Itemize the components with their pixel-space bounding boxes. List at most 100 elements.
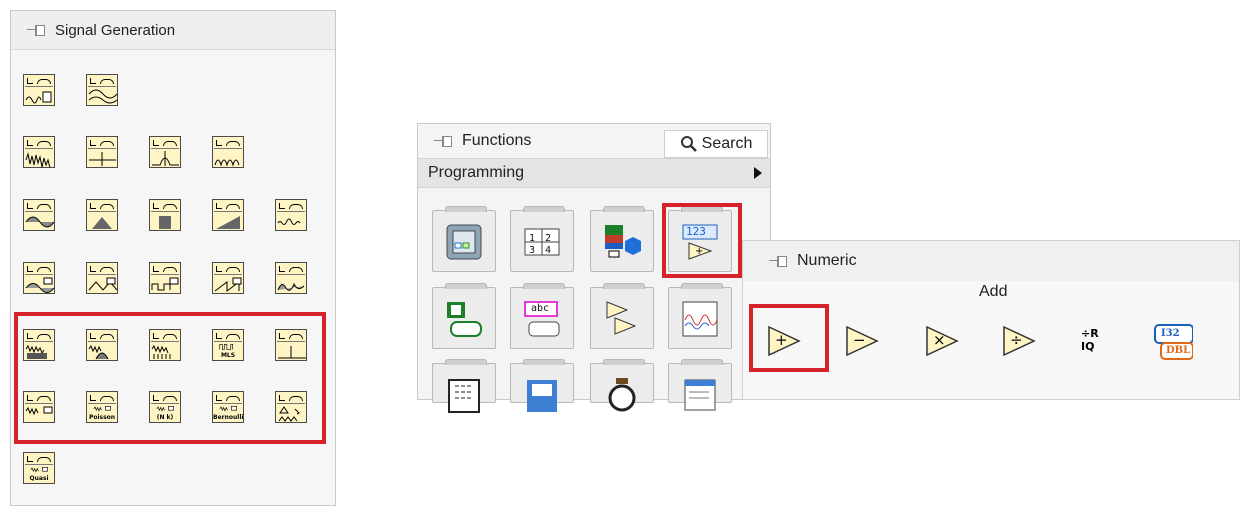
comparison-icon[interactable] [590, 283, 654, 349]
sine-wave-icon[interactable] [86, 74, 118, 106]
square-pulse-icon[interactable] [149, 199, 181, 231]
sine-waveform-icon-glyph [25, 277, 54, 293]
gaussian-pulse-icon-glyph [152, 151, 179, 166]
gaussian-noise-icon[interactable] [86, 329, 118, 361]
periodic-random-noise-icon-glyph [151, 344, 171, 359]
sine-pattern-icon[interactable] [23, 199, 55, 231]
functions-title: Functions [462, 132, 532, 149]
string-icon[interactable]: abc [510, 283, 574, 349]
vi-header-glyph [25, 138, 53, 149]
vi-header-glyph [214, 201, 242, 212]
search-label: Search [701, 135, 753, 152]
gamma-noise-icon-glyph [25, 406, 53, 416]
numeric-symbol: × [933, 331, 946, 349]
numeric-icon[interactable]: +123 [668, 206, 732, 272]
periodic-random-noise-icon[interactable] [149, 329, 181, 361]
arbitrary-waveform-icon-glyph [277, 282, 305, 291]
chirp-pattern-icon-glyph [25, 91, 52, 104]
dialog-ui-icon[interactable] [668, 359, 732, 411]
vi-header-glyph [277, 264, 305, 275]
triangle-pattern-icon-glyph [92, 217, 112, 229]
conversion-icon[interactable]: I32 DBL [1153, 321, 1194, 361]
application-control-icon-glyph [448, 379, 480, 413]
random-state-icon[interactable] [275, 391, 307, 423]
vi-header-glyph [25, 76, 53, 87]
triangle-waveform-icon-glyph [88, 277, 117, 291]
multiply-icon[interactable]: × [923, 321, 963, 361]
divide-icon[interactable]: ÷ [1000, 321, 1040, 361]
array-icon[interactable]: 1 2 3 4 [510, 206, 574, 272]
triangle-pattern-icon[interactable] [86, 199, 118, 231]
hover-tooltip: Add [979, 283, 1008, 300]
sine-wave-icon-glyph [88, 89, 117, 104]
boolean-icon-glyph [447, 302, 482, 337]
triangle-waveform-icon[interactable] [86, 262, 118, 294]
vi-header-glyph [151, 264, 179, 275]
mls-sequence-icon[interactable]: MLS [212, 329, 244, 361]
white-noise-icon[interactable] [23, 136, 55, 168]
timing-icon-glyph [608, 378, 636, 412]
category-programming[interactable]: Programming [418, 158, 770, 188]
bernoulli-noise-icon[interactable]: Bernoulli [212, 391, 244, 423]
gamma-noise-icon[interactable] [23, 391, 55, 423]
sine-waveform-icon[interactable] [23, 262, 55, 294]
sinc-pattern-icon[interactable] [275, 199, 307, 231]
add-icon[interactable]: + [765, 321, 805, 361]
file-io-icon-glyph [527, 380, 557, 412]
vi-header-glyph [214, 138, 242, 149]
pulse-train-icon-glyph [214, 159, 240, 167]
impulse-icon[interactable] [86, 136, 118, 168]
quotient-remainder-icon[interactable]: ÷R IQ [1079, 321, 1119, 361]
structures-icon[interactable] [432, 206, 496, 272]
file-io-icon[interactable] [510, 359, 574, 412]
search-button[interactable]: Search [664, 130, 768, 158]
timing-waveform-icon[interactable] [668, 283, 732, 349]
category-expand-icon [754, 167, 762, 179]
numeric-symbol: − [853, 331, 866, 349]
vi-header-glyph [88, 393, 116, 404]
numeric-symbol: ÷R IQ [1081, 327, 1099, 353]
pin-icon[interactable] [434, 135, 452, 147]
gaussian-pulse-icon[interactable] [149, 136, 181, 168]
quasi-random-icon[interactable]: Quasi [23, 452, 55, 484]
tile-text: 123 [686, 225, 706, 238]
arbitrary-waveform-icon[interactable] [275, 262, 307, 294]
sawtooth-waveform-icon[interactable] [212, 262, 244, 294]
impulse-pattern-icon-glyph [278, 346, 306, 359]
square-waveform-icon[interactable] [149, 262, 181, 294]
pin-icon[interactable] [769, 255, 787, 267]
boolean-icon[interactable] [432, 283, 496, 349]
numeric-title-bar[interactable]: Numeric [743, 241, 1239, 281]
subtract-icon[interactable]: − [843, 321, 883, 361]
ramp-pattern-icon[interactable] [212, 199, 244, 231]
uniform-noise-icon[interactable] [23, 329, 55, 361]
numeric-symbol: ÷ [1010, 331, 1023, 349]
vi-header-glyph [88, 138, 116, 149]
vi-header-glyph [88, 76, 116, 87]
ramp-pattern-icon-glyph [216, 216, 240, 229]
vi-header-glyph [25, 331, 53, 342]
pin-icon[interactable] [27, 24, 45, 36]
vi-header-glyph [88, 331, 116, 342]
numeric-title: Numeric [797, 252, 857, 269]
timing-icon[interactable] [590, 359, 654, 412]
cluster-icon[interactable] [590, 206, 654, 272]
numeric-symbol: + [775, 331, 788, 349]
application-control-icon[interactable] [432, 359, 496, 413]
poisson-noise-icon[interactable]: Poisson [86, 391, 118, 423]
comparison-icon-glyph [606, 301, 637, 335]
conversion-top-label: I32 [1161, 328, 1180, 339]
category-label: Programming [428, 164, 525, 181]
impulse-icon-glyph [89, 152, 116, 166]
binomial-noise-icon[interactable]: (N k) [149, 391, 181, 423]
vi-header-glyph [88, 264, 116, 275]
palette-title-bar[interactable]: Signal Generation [11, 11, 335, 50]
impulse-pattern-icon[interactable] [275, 329, 307, 361]
gaussian-noise-icon-glyph [88, 344, 109, 360]
pulse-train-icon[interactable] [212, 136, 244, 168]
chirp-pattern-icon[interactable] [23, 74, 55, 106]
vi-header-glyph [151, 138, 179, 149]
vi-header-glyph [25, 264, 53, 275]
dialog-ui-icon-glyph [684, 379, 716, 411]
vi-label: Poisson [88, 414, 116, 421]
